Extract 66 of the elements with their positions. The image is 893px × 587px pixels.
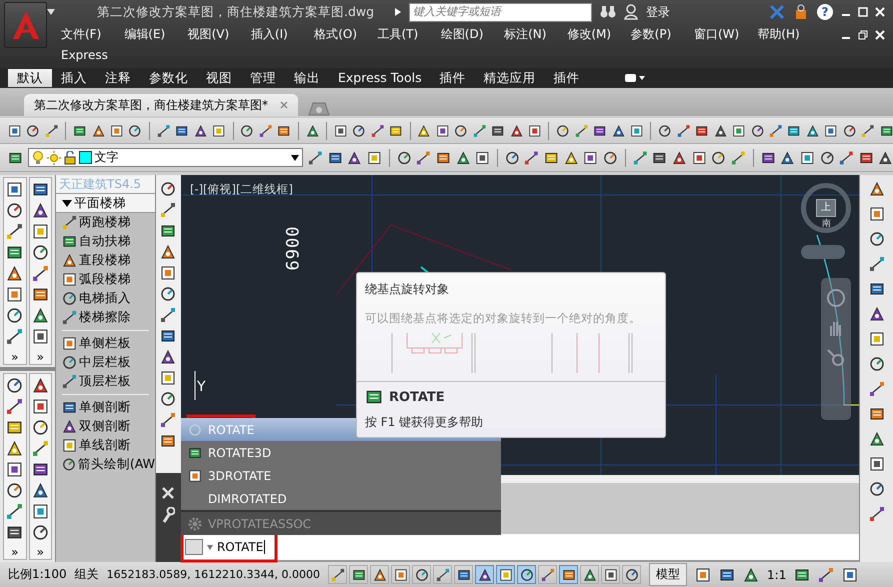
menu-item[interactable]: 格式(O) xyxy=(314,24,378,45)
panel-item[interactable]: 弧段楼梯 xyxy=(79,271,131,288)
panel-item[interactable]: 顶层栏板 xyxy=(79,373,131,390)
panel-item[interactable]: 自动扶梯 xyxy=(79,233,131,250)
autocomplete-item[interactable]: DIMROTATED xyxy=(180,487,501,510)
ribbon-tab[interactable]: 注释 xyxy=(96,69,140,87)
panel-title: 天正建筑TS4.5 xyxy=(56,175,155,193)
tooltip-title: 绕基点旋转对象 xyxy=(364,281,450,298)
panel-item[interactable]: 双侧剖断 xyxy=(79,418,131,435)
expand-more-button[interactable]: » xyxy=(36,350,44,364)
ribbon-tab[interactable]: 参数化 xyxy=(140,69,197,87)
expand-more-button[interactable]: » xyxy=(36,545,44,559)
ribbon-tab[interactable]: 插件 xyxy=(430,69,475,87)
tooltip-command: ROTATE xyxy=(388,390,445,404)
axis-label: Y xyxy=(196,379,206,395)
layer-name: 文字 xyxy=(94,149,120,166)
panel-item[interactable]: 电梯插入 xyxy=(79,290,131,307)
viewcube[interactable]: 上 南 xyxy=(800,183,851,233)
document-tab[interactable]: 第二次修改方案草图，商住楼建筑方案草图* xyxy=(24,94,298,116)
window-title: 第二次修改方案草图，商住楼建筑方案草图.dwg xyxy=(97,4,376,20)
ribbon-tab[interactable]: 精选应用 xyxy=(474,69,545,87)
panel-item[interactable]: 单侧剖断 xyxy=(79,399,131,416)
view-label[interactable]: [-][俯视][二维线框] xyxy=(190,182,294,197)
menu-item[interactable]: 帮助(H) xyxy=(757,24,821,45)
autocomplete-item[interactable]: 3DROTATE xyxy=(180,464,501,487)
login-link[interactable]: 登录 xyxy=(646,4,670,20)
group-label[interactable]: 组关 xyxy=(74,566,99,583)
model-button[interactable]: 模型 xyxy=(649,563,688,586)
ribbon-tab[interactable]: 视图 xyxy=(197,69,241,87)
panel-item[interactable]: 箭头绘制(AW xyxy=(78,456,155,473)
tooltip-description: 可以围绕基点将选定的对象旋转到一个绝对的角度。 xyxy=(364,310,642,326)
panel-item[interactable]: 楼梯擦除 xyxy=(79,309,131,326)
menu-item[interactable]: 窗口(W) xyxy=(694,24,758,45)
menu-item[interactable]: 参数(P) xyxy=(630,24,694,45)
coordinates: 1652183.0589, 1612210.3344, 0.0000 xyxy=(106,568,320,581)
ribbon-tab[interactable]: 插件 xyxy=(544,69,589,87)
annotation-scale[interactable]: 1:1 xyxy=(767,568,786,582)
scale-label: 比例1:100 xyxy=(8,566,67,583)
ribbon-tab[interactable]: 输出 xyxy=(285,69,329,87)
layer-dropdown[interactable]: 文字 xyxy=(28,148,304,167)
expand-more-button[interactable]: » xyxy=(11,545,18,559)
menu-item[interactable]: Express xyxy=(61,45,124,66)
menu-item[interactable]: 插入(I) xyxy=(250,24,314,45)
panel-item[interactable]: 单线剖断 xyxy=(79,437,131,454)
menu-item[interactable]: 绘图(D) xyxy=(440,24,504,45)
ribbon-tab[interactable]: 管理 xyxy=(241,69,285,87)
ribbon-tab[interactable]: 插入 xyxy=(52,69,96,87)
menu-item[interactable]: 编辑(E) xyxy=(124,24,188,45)
autocomplete-item[interactable]: ROTATE3D xyxy=(180,441,501,464)
menu-item[interactable]: 修改(M) xyxy=(567,24,631,45)
search-field[interactable]: 键入关键字或短语 xyxy=(409,2,592,22)
ribbon-tab[interactable]: 默认 xyxy=(8,69,52,87)
command-input[interactable]: ROTATE xyxy=(216,540,266,554)
dimension-text: 6900 xyxy=(283,226,304,270)
panel-item[interactable]: 中层栏板 xyxy=(79,354,131,371)
ribbon-tab[interactable]: Express Tools xyxy=(329,69,431,87)
section-header[interactable]: 平面楼梯 xyxy=(56,193,155,213)
menu-item[interactable]: 工具(T) xyxy=(377,24,441,45)
menu-item[interactable]: 视图(V) xyxy=(188,24,251,45)
menu-item[interactable]: 标注(N) xyxy=(504,24,568,45)
panel-item[interactable]: 直段楼梯 xyxy=(79,252,131,269)
panel-item[interactable]: 两跑楼梯 xyxy=(79,214,131,231)
panel-item[interactable]: 单侧栏板 xyxy=(79,335,131,352)
expand-more-button[interactable]: » xyxy=(11,350,18,364)
help-button[interactable]: ? xyxy=(817,4,833,20)
menu-item[interactable]: 文件(F) xyxy=(61,24,124,45)
